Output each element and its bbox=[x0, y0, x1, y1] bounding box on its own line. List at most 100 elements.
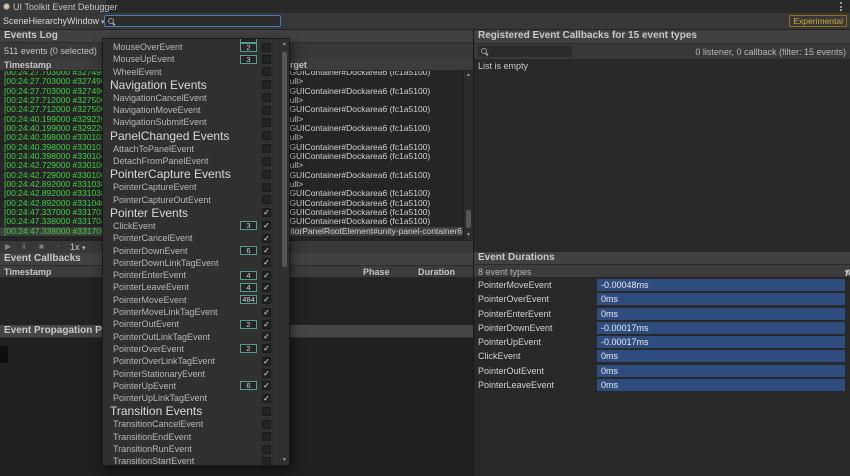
event-checkbox[interactable] bbox=[262, 42, 271, 52]
dropdown-item-label: MouseUpEvent bbox=[113, 54, 175, 65]
scrollbar-thumb[interactable] bbox=[282, 52, 287, 267]
dropdown-group-Navigation Events[interactable]: Navigation Events bbox=[103, 78, 279, 92]
dropdown-item-PointerDownLinkTagEvent[interactable]: PointerDownLinkTagEvent bbox=[103, 257, 279, 269]
event-checkbox[interactable] bbox=[262, 195, 271, 205]
event-durations-subheader: 8 event types Average Time ▾ bbox=[474, 265, 850, 288]
event-checkbox[interactable] bbox=[262, 282, 271, 292]
event-checkbox[interactable] bbox=[262, 233, 271, 243]
event-checkbox[interactable] bbox=[262, 156, 271, 166]
event-checkbox[interactable] bbox=[262, 105, 271, 115]
dropdown-item-MouseUpEvent[interactable]: MouseUpEvent 3 bbox=[103, 53, 279, 65]
event-checkbox[interactable] bbox=[262, 393, 271, 403]
dropdown-item-AttachToPanelEvent[interactable]: AttachToPanelEvent bbox=[103, 143, 279, 155]
event-checkbox[interactable] bbox=[262, 221, 271, 231]
event-checkbox[interactable] bbox=[262, 307, 271, 317]
event-checkbox[interactable] bbox=[262, 406, 271, 416]
event-checkbox[interactable] bbox=[262, 419, 271, 429]
event-checkbox[interactable] bbox=[262, 93, 271, 103]
dropdown-group-Pointer Events[interactable]: Pointer Events bbox=[103, 206, 279, 220]
event-checkbox[interactable] bbox=[262, 54, 271, 64]
dropdown-group-PanelChanged Events[interactable]: PanelChanged Events bbox=[103, 129, 279, 143]
dropdown-item-NavigationMoveEvent[interactable]: NavigationMoveEvent bbox=[103, 104, 279, 116]
dropdown-item-PointerUpLinkTagEvent[interactable]: PointerUpLinkTagEvent bbox=[103, 392, 279, 404]
dropdown-item-label: TransitionRunEvent bbox=[113, 444, 192, 455]
event-checkbox[interactable] bbox=[262, 270, 271, 280]
panel-picker-dropdown[interactable]: SceneHierarchyWindow ▾ bbox=[3, 16, 105, 26]
events-log-scrollbar[interactable]: ▲ ▼ bbox=[463, 71, 473, 240]
play-icon[interactable]: ▶ bbox=[5, 242, 11, 251]
scrollbar-thumb[interactable] bbox=[466, 210, 471, 228]
dropdown-item-DetachFromPanelEvent[interactable]: DetachFromPanelEvent bbox=[103, 155, 279, 167]
tab-ui-toolkit-event-debugger[interactable]: UI Toolkit Event Debugger bbox=[0, 0, 117, 13]
event-checkbox[interactable] bbox=[262, 182, 271, 192]
scroll-up-icon[interactable]: ▲ bbox=[464, 72, 473, 78]
dropdown-item-ClickEvent[interactable]: ClickEvent 3 bbox=[103, 220, 279, 232]
dropdown-item-label: PointerMoveEvent bbox=[113, 294, 187, 305]
event-filter-search-input[interactable] bbox=[116, 16, 270, 26]
event-checkbox[interactable] bbox=[262, 246, 271, 256]
pause-icon[interactable]: ‖ bbox=[22, 242, 25, 251]
dropdown-item-NavigationSubmitEvent[interactable]: NavigationSubmitEvent bbox=[103, 116, 279, 128]
duration-value: 0ms bbox=[601, 365, 619, 376]
dropdown-item-NavigationCancelEvent[interactable]: NavigationCancelEvent bbox=[103, 92, 279, 104]
scroll-down-icon[interactable]: ▼ bbox=[464, 232, 473, 238]
event-checkbox[interactable] bbox=[262, 369, 271, 379]
registered-callbacks-search-input[interactable] bbox=[489, 46, 568, 57]
dropdown-item-PointerDownEvent[interactable]: PointerDownEvent 6 bbox=[103, 245, 279, 257]
event-checkbox[interactable] bbox=[262, 356, 271, 366]
window-menu-icon[interactable] bbox=[840, 2, 842, 11]
event-checkbox[interactable] bbox=[262, 381, 271, 391]
event-checkbox[interactable] bbox=[262, 258, 271, 268]
event-filter-searchbox[interactable] bbox=[104, 15, 281, 27]
dropdown-item-TransitionRunEvent[interactable]: TransitionRunEvent bbox=[103, 443, 279, 455]
dropdown-item-TransitionStartEvent[interactable]: TransitionStartEvent bbox=[103, 455, 279, 465]
event-checkbox[interactable] bbox=[262, 117, 271, 127]
event-checkbox[interactable] bbox=[262, 144, 271, 154]
dropdown-item-PointerOverEvent[interactable]: PointerOverEvent 2 bbox=[103, 343, 279, 355]
col-timestamp: Timestamp bbox=[4, 267, 52, 277]
stop-icon[interactable]: ■ bbox=[39, 242, 44, 251]
event-checkbox[interactable] bbox=[262, 432, 271, 442]
step-icon[interactable]: - bbox=[57, 242, 60, 251]
registered-callbacks-searchbox[interactable] bbox=[478, 46, 572, 57]
dropdown-item-PointerMoveLinkTagEvent[interactable]: PointerMoveLinkTagEvent bbox=[103, 306, 279, 318]
dropdown-item-WheelEvent[interactable]: WheelEvent bbox=[103, 66, 279, 78]
event-checkbox[interactable] bbox=[262, 456, 271, 465]
event-checkbox[interactable] bbox=[262, 332, 271, 342]
dropdown-group-Transition Events[interactable]: Transition Events bbox=[103, 404, 279, 418]
dropdown-item-PointerOutEvent[interactable]: PointerOutEvent 2 bbox=[103, 318, 279, 330]
dropdown-item-PointerOutLinkTagEvent[interactable]: PointerOutLinkTagEvent bbox=[103, 331, 279, 343]
log-timestamp: [00:24:42.729000 #330106 bbox=[4, 161, 106, 171]
duration-value: 0ms bbox=[601, 351, 619, 362]
dropdown-item-PointerCaptureOutEvent[interactable]: PointerCaptureOutEvent bbox=[103, 194, 279, 206]
dropdown-item-PointerEnterEvent[interactable]: PointerEnterEvent 4 bbox=[103, 269, 279, 281]
dropdown-item-PointerOverLinkTagEvent[interactable]: PointerOverLinkTagEvent bbox=[103, 355, 279, 367]
duration-value: 0ms bbox=[601, 294, 619, 305]
dropdown-item-PointerUpEvent[interactable]: PointerUpEvent 6 bbox=[103, 380, 279, 392]
scroll-up-icon[interactable]: ▲ bbox=[280, 41, 289, 47]
event-checkbox[interactable] bbox=[262, 344, 271, 354]
dropdown-group-PointerCapture Events[interactable]: PointerCapture Events bbox=[103, 167, 279, 181]
playback-speed-dropdown[interactable]: 1x ▾ bbox=[70, 242, 86, 252]
dropdown-item-TransitionEndEvent[interactable]: TransitionEndEvent bbox=[103, 431, 279, 443]
dropdown-scrollbar[interactable]: ▲ ▼ bbox=[279, 39, 289, 465]
duration-value: 0ms bbox=[601, 379, 619, 390]
event-checkbox[interactable] bbox=[262, 319, 271, 329]
dropdown-item-TransitionCancelEvent[interactable]: TransitionCancelEvent bbox=[103, 418, 279, 430]
event-checkbox[interactable] bbox=[262, 444, 271, 454]
dropdown-item-PointerCancelEvent[interactable]: PointerCancelEvent bbox=[103, 232, 279, 244]
dropdown-item-label: WheelEvent bbox=[113, 66, 162, 77]
event-checkbox[interactable] bbox=[262, 208, 271, 218]
event-checkbox[interactable] bbox=[262, 80, 271, 90]
dropdown-item-PointerCaptureEvent[interactable]: PointerCaptureEvent bbox=[103, 181, 279, 193]
dropdown-item-PointerLeaveEvent[interactable]: PointerLeaveEvent 4 bbox=[103, 281, 279, 293]
dropdown-item-MouseOverEvent[interactable]: MouseOverEvent 2 bbox=[103, 41, 279, 53]
dropdown-item-PointerStationaryEvent[interactable]: PointerStationaryEvent bbox=[103, 368, 279, 380]
event-checkbox[interactable] bbox=[262, 131, 271, 141]
event-checkbox[interactable] bbox=[262, 169, 271, 179]
event-checkbox[interactable] bbox=[262, 295, 271, 305]
log-timestamp: [00:24:47.337000 #331703 bbox=[4, 207, 106, 217]
scroll-down-icon[interactable]: ▼ bbox=[280, 457, 289, 463]
event-checkbox[interactable] bbox=[262, 67, 271, 77]
dropdown-item-PointerMoveEvent[interactable]: PointerMoveEvent 484 bbox=[103, 294, 279, 306]
